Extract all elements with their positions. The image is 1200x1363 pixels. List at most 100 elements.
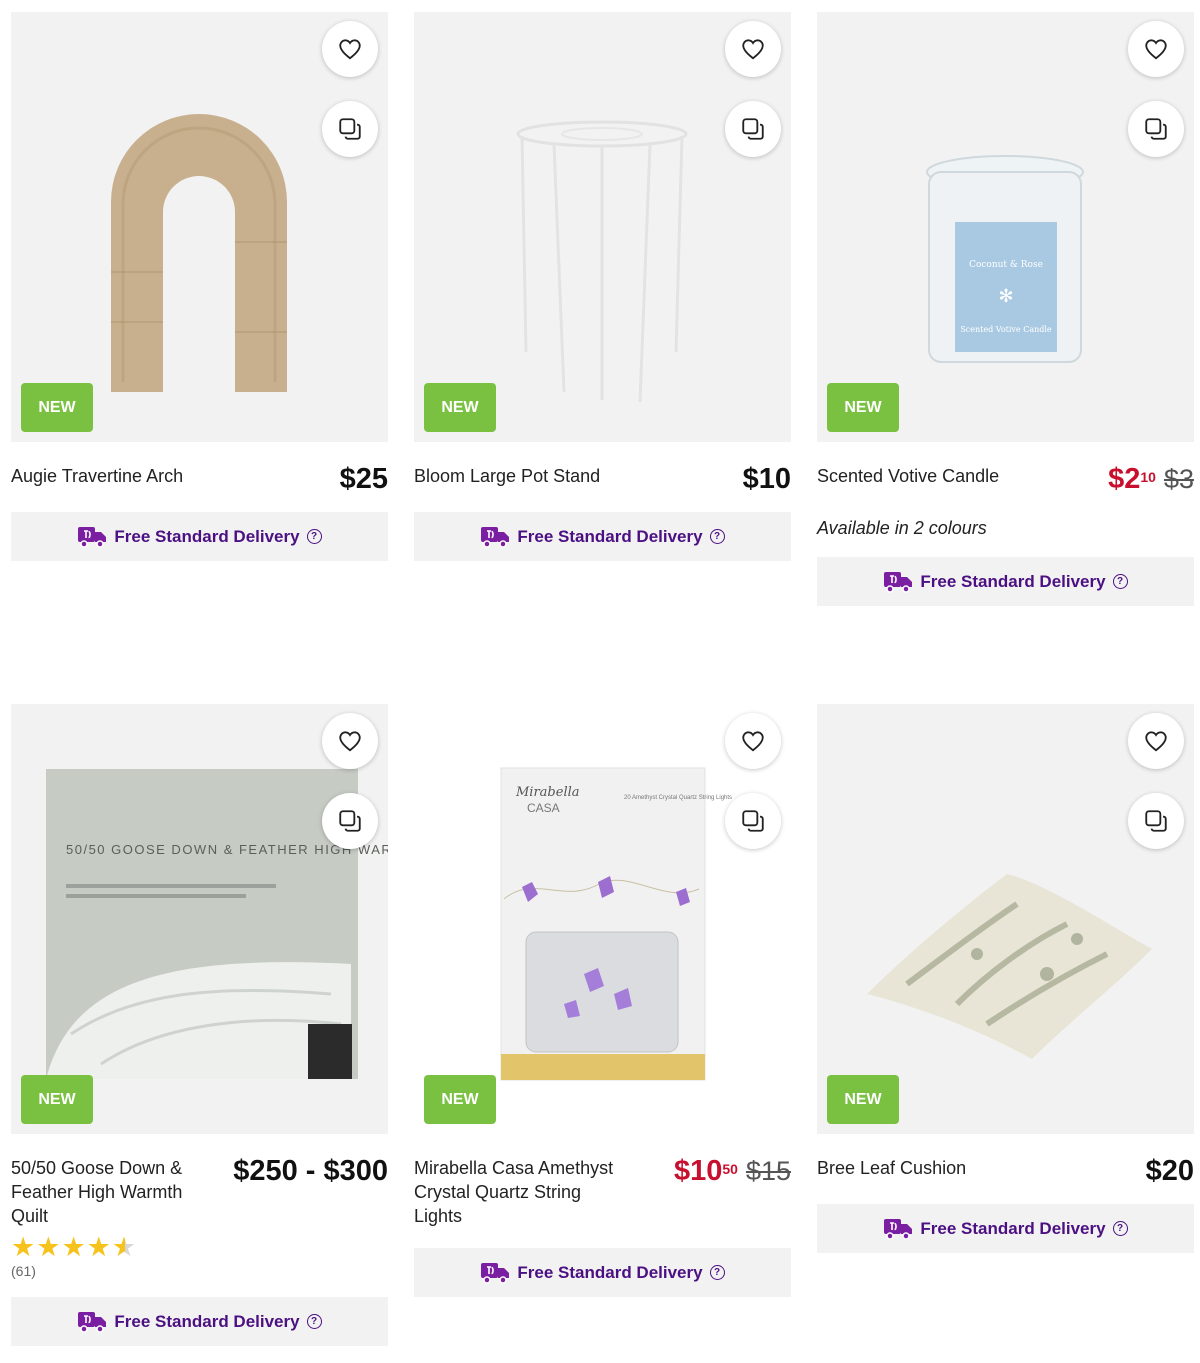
quilt-image: 50/50 GOOSE DOWN & FEATHER HIGH WARMTH Q… — [46, 769, 388, 1079]
product-card[interactable]: Mirabella CASA 20 Amethyst Crystal Quart… — [414, 704, 791, 1297]
price-main: $10 — [673, 1155, 723, 1187]
free-delivery-banner[interactable]: Free Standard Delivery ? — [817, 1204, 1194, 1253]
new-badge: NEW — [827, 1075, 899, 1124]
product-name[interactable]: Bloom Large Pot Stand — [414, 464, 600, 488]
delivery-truck-icon — [77, 525, 107, 549]
was-price: $15 — [745, 1156, 791, 1186]
availability-text[interactable]: Available in 2 colours — [817, 518, 1194, 539]
product-image[interactable]: NEW — [414, 12, 791, 442]
price-cents: 10 — [1140, 469, 1156, 485]
product-image[interactable]: Coconut & Rose Scented Votive Candle ✻ N… — [817, 12, 1194, 442]
compare-icon — [1143, 116, 1169, 142]
product-card[interactable]: Coconut & Rose Scented Votive Candle ✻ N… — [817, 12, 1194, 606]
heart-icon — [740, 728, 766, 754]
wishlist-button[interactable] — [1128, 21, 1184, 77]
delivery-truck-icon — [480, 1261, 510, 1285]
compare-button[interactable] — [725, 793, 781, 849]
delivery-label: Free Standard Delivery — [517, 526, 703, 546]
new-badge: NEW — [424, 1075, 496, 1124]
product-card[interactable]: NEW Bree Leaf Cushion $20 Free Standard … — [817, 704, 1194, 1253]
product-price: $25 — [339, 463, 388, 495]
product-card[interactable]: NEW Bloom Large Pot Stand $10 Free Stand… — [414, 12, 791, 561]
votive-candle-image: Coconut & Rose Scented Votive Candle ✻ — [926, 155, 1084, 363]
wishlist-button[interactable] — [322, 713, 378, 769]
review-count[interactable]: (61) — [11, 1263, 388, 1279]
wishlist-button[interactable] — [725, 713, 781, 769]
candle-sublabel: Scented Votive Candle — [960, 325, 1052, 334]
heart-icon — [337, 36, 363, 62]
compare-button[interactable] — [1128, 101, 1184, 157]
product-name[interactable]: Mirabella Casa Amethyst Crystal Quartz S… — [414, 1156, 629, 1228]
wishlist-button[interactable] — [725, 21, 781, 77]
help-icon[interactable]: ? — [709, 1265, 725, 1280]
box-brand-casa: CASA — [527, 801, 560, 815]
new-badge: NEW — [21, 383, 93, 432]
was-price: $3 — [1163, 464, 1194, 494]
compare-icon — [337, 808, 363, 834]
box-brand: Mirabella — [515, 785, 580, 800]
delivery-label: Free Standard Delivery — [920, 571, 1106, 591]
star-icon: ★ — [61, 1232, 86, 1262]
delivery-truck-icon — [883, 570, 913, 594]
product-image[interactable]: 50/50 GOOSE DOWN & FEATHER HIGH WARMTH Q… — [11, 704, 388, 1134]
product-name[interactable]: Bree Leaf Cushion — [817, 1156, 966, 1180]
travertine-arch-image — [111, 114, 287, 392]
heart-icon — [740, 36, 766, 62]
help-icon[interactable]: ? — [306, 529, 322, 544]
half-star-icon: ★ — [111, 1232, 137, 1262]
help-icon[interactable]: ? — [1112, 574, 1128, 589]
help-icon[interactable]: ? — [306, 1314, 322, 1329]
pot-stand-image — [516, 120, 688, 403]
product-price: $250 - $300 — [233, 1155, 388, 1187]
delivery-truck-icon — [77, 1310, 107, 1334]
compare-icon — [740, 808, 766, 834]
compare-button[interactable] — [725, 101, 781, 157]
string-lights-image: Mirabella CASA 20 Amethyst Crystal Quart… — [500, 767, 732, 1081]
delivery-truck-icon — [883, 1217, 913, 1241]
sale-price: $1050 $15 — [674, 1156, 791, 1186]
compare-button[interactable] — [1128, 793, 1184, 849]
product-card[interactable]: 50/50 GOOSE DOWN & FEATHER HIGH WARMTH Q… — [11, 704, 388, 1346]
product-price: $10 — [742, 463, 791, 495]
product-name[interactable]: 50/50 Goose Down & Feather High Warmth Q… — [11, 1156, 201, 1228]
wishlist-button[interactable] — [1128, 713, 1184, 769]
price-main: $2 — [1108, 463, 1141, 495]
star-icon: ★ — [11, 1232, 36, 1262]
product-name[interactable]: Augie Travertine Arch — [11, 464, 183, 488]
candle-label: Coconut & Rose — [969, 260, 1043, 270]
compare-icon — [740, 116, 766, 142]
product-image[interactable]: NEW — [817, 704, 1194, 1134]
compare-button[interactable] — [322, 101, 378, 157]
star-icon: ★ — [86, 1232, 111, 1262]
sale-price: $210 $3 — [1108, 464, 1194, 494]
compare-icon — [1143, 808, 1169, 834]
product-price: $20 — [1145, 1155, 1194, 1187]
star-icon: ★ — [36, 1232, 61, 1262]
heart-icon — [1143, 36, 1169, 62]
heart-icon — [1143, 728, 1169, 754]
compare-icon — [337, 116, 363, 142]
free-delivery-banner[interactable]: Free Standard Delivery ? — [11, 512, 388, 561]
price-cents: 50 — [722, 1161, 738, 1177]
wishlist-button[interactable] — [322, 21, 378, 77]
free-delivery-banner[interactable]: Free Standard Delivery ? — [817, 557, 1194, 606]
leaf-cushion-image — [867, 874, 1152, 1059]
box-description: 20 Amethyst Crystal Quartz String Lights — [624, 795, 732, 801]
flower-icon: ✻ — [998, 286, 1013, 306]
product-card[interactable]: NEW Augie Travertine Arch $25 Free Stand… — [11, 12, 388, 561]
delivery-label: Free Standard Delivery — [920, 1218, 1106, 1238]
delivery-label: Free Standard Delivery — [517, 1262, 703, 1282]
help-icon[interactable]: ? — [1112, 1221, 1128, 1236]
heart-icon — [337, 728, 363, 754]
compare-button[interactable] — [322, 793, 378, 849]
free-delivery-banner[interactable]: Free Standard Delivery ? — [11, 1297, 388, 1346]
help-icon[interactable]: ? — [709, 529, 725, 544]
product-name[interactable]: Scented Votive Candle — [817, 464, 999, 488]
free-delivery-banner[interactable]: Free Standard Delivery ? — [414, 1248, 791, 1297]
product-image[interactable]: NEW — [11, 12, 388, 442]
product-image[interactable]: Mirabella CASA 20 Amethyst Crystal Quart… — [414, 704, 791, 1134]
new-badge: NEW — [21, 1075, 93, 1124]
delivery-truck-icon — [480, 525, 510, 549]
star-rating[interactable]: ★ ★ ★ ★ ★ — [11, 1234, 388, 1261]
free-delivery-banner[interactable]: Free Standard Delivery ? — [414, 512, 791, 561]
